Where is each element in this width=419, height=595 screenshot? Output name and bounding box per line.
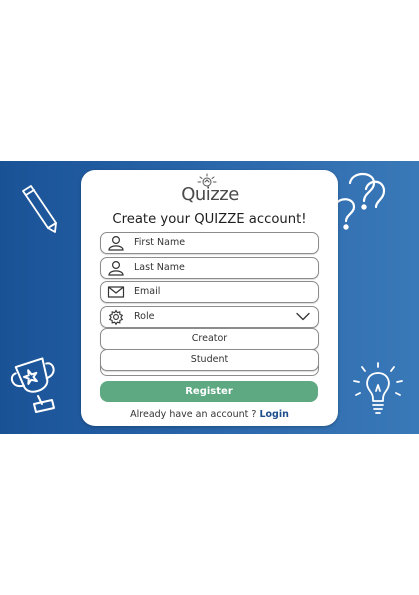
last-name-placeholder: Last Name: [134, 262, 185, 273]
page-title: Create your QUIZZE account!: [112, 212, 307, 227]
trophy-icon: [8, 356, 68, 418]
last-name-field[interactable]: Last Name: [100, 257, 319, 279]
login-prompt: Already have an account ?: [130, 409, 257, 420]
user-icon: [108, 260, 124, 276]
pencil-icon: [18, 183, 62, 235]
role-select[interactable]: Role: [100, 306, 319, 328]
logo-text: Quizze: [181, 184, 239, 205]
question-marks-icon: [330, 169, 390, 235]
login-prompt-line: Already have an account ? Login: [81, 408, 338, 422]
first-name-field[interactable]: First Name: [100, 232, 319, 254]
role-option-creator[interactable]: Creator: [100, 328, 319, 350]
email-field[interactable]: Email: [100, 281, 319, 303]
lightbulb-icon: [350, 361, 406, 421]
quizze-logo: Quizze: [177, 173, 241, 207]
login-link[interactable]: Login: [259, 409, 288, 420]
role-option-student[interactable]: Student: [100, 349, 319, 371]
envelope-icon: [107, 286, 125, 298]
register-button[interactable]: Register: [100, 381, 318, 402]
role-placeholder: Role: [134, 311, 155, 322]
user-icon: [108, 235, 124, 251]
email-placeholder: Email: [134, 286, 161, 297]
gear-icon: [108, 309, 124, 325]
first-name-placeholder: First Name: [134, 237, 186, 248]
signup-card: Quizze Create your QUIZZE account! First…: [81, 170, 338, 426]
chevron-down-icon[interactable]: [296, 312, 310, 321]
